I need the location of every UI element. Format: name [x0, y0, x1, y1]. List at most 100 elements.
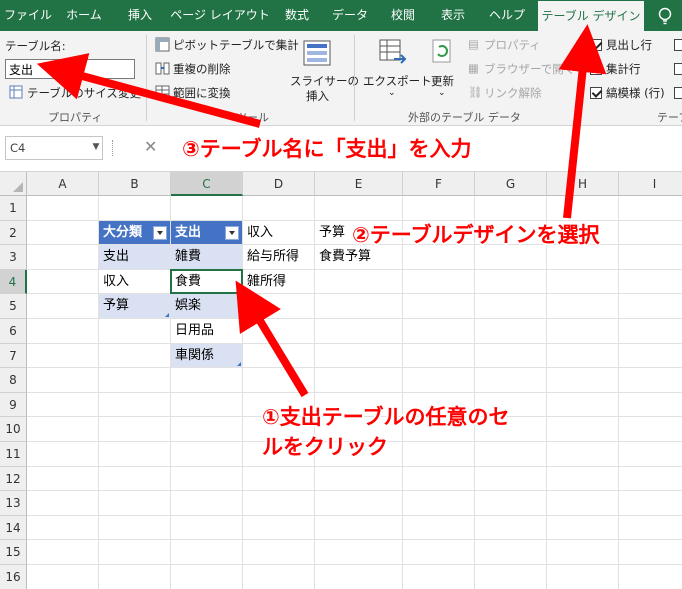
row-header-4[interactable]: 4: [0, 269, 27, 295]
row-header-8[interactable]: 8: [0, 368, 27, 393]
fill-handle[interactable]: [239, 290, 245, 297]
row-header-12[interactable]: 12: [0, 466, 27, 492]
column-header-d[interactable]: D: [243, 172, 315, 196]
resize-table-icon[interactable]: [9, 85, 23, 99]
column-header-h[interactable]: H: [547, 172, 619, 196]
cell-text: 収入: [103, 273, 130, 289]
tab-review[interactable]: 校閲: [378, 0, 428, 31]
pivot-table-button[interactable]: ピボットテーブルで集計: [173, 37, 299, 53]
group-divider: [354, 35, 355, 121]
row-header-6[interactable]: 6: [0, 319, 27, 344]
cell-c5[interactable]: 娯楽: [171, 294, 242, 318]
cell-text: 娯楽: [175, 298, 202, 314]
tab-view[interactable]: 表示: [428, 0, 478, 31]
row-header-9[interactable]: 9: [0, 392, 27, 418]
external-properties-button[interactable]: プロパティ: [484, 37, 541, 53]
open-in-browser-button[interactable]: ブラウザーで開く: [484, 61, 575, 77]
annotation-step2: ②テーブルデザインを選択: [352, 223, 600, 247]
row-header-16[interactable]: 16: [0, 565, 27, 589]
column-header-f[interactable]: F: [403, 172, 475, 196]
gridline: [27, 465, 682, 467]
cell-b4[interactable]: 収入: [99, 269, 170, 294]
name-box[interactable]: C4: [5, 136, 103, 160]
remove-duplicates-icon[interactable]: [155, 61, 170, 76]
tab-home[interactable]: ホーム: [56, 0, 112, 31]
cell-c3[interactable]: 雑費: [171, 245, 242, 269]
cell-text: 予算: [319, 224, 346, 240]
row-header-7[interactable]: 7: [0, 343, 27, 369]
column-header-b[interactable]: B: [99, 172, 171, 196]
cell-d3[interactable]: 給与所得: [243, 245, 314, 269]
total-row-checkbox[interactable]: [590, 63, 602, 75]
column-header-e[interactable]: E: [315, 172, 403, 196]
convert-to-range-button[interactable]: 範囲に変換: [173, 85, 231, 101]
cell-c2[interactable]: 支出: [171, 220, 242, 245]
insert-slicer-label-1[interactable]: スライサーの: [290, 73, 359, 89]
lightbulb-icon[interactable]: [656, 6, 674, 26]
insert-slicer-label-2[interactable]: 挿入: [306, 88, 329, 104]
table-name-input[interactable]: [5, 59, 135, 79]
cell-d4[interactable]: 雑所得: [243, 270, 314, 294]
row-header-10[interactable]: 10: [0, 417, 27, 442]
table-resize-handle[interactable]: [165, 313, 169, 317]
row-header-5[interactable]: 5: [0, 294, 27, 319]
cell-c7[interactable]: 車関係: [171, 343, 242, 368]
cell-b5[interactable]: 予算: [99, 294, 170, 318]
name-box-dropdown-icon[interactable]: ▼: [90, 136, 102, 160]
filter-dropdown-icon[interactable]: [225, 225, 239, 240]
ribbon: テーブル名: テーブルのサイズ変更 プロパティ ピボットテーブルで集計 重複の削…: [0, 31, 682, 126]
row-header-13[interactable]: 13: [0, 491, 27, 516]
refresh-chevron-icon[interactable]: ⌄: [438, 88, 446, 98]
group-divider: [146, 35, 147, 121]
browser-disabled-icon: ▦: [468, 61, 479, 75]
tab-formulas[interactable]: 数式: [272, 0, 322, 31]
column-header-g[interactable]: G: [475, 172, 547, 196]
refresh-icon[interactable]: [430, 37, 456, 67]
slicer-icon[interactable]: [302, 39, 332, 67]
row-header-15[interactable]: 15: [0, 540, 27, 565]
row-header-11[interactable]: 11: [0, 442, 27, 467]
table-resize-handle[interactable]: [237, 362, 241, 367]
pivot-table-icon[interactable]: [155, 37, 170, 52]
row-header-3[interactable]: 3: [0, 245, 27, 270]
gridline: [27, 367, 682, 369]
banded-rows-checkbox[interactable]: [590, 87, 602, 99]
cell-text: 予算: [103, 298, 130, 314]
style-options-group-label: テーブ: [657, 111, 682, 124]
filter-dropdown-icon[interactable]: [153, 225, 167, 240]
export-icon[interactable]: [378, 37, 408, 67]
tab-data[interactable]: データ: [322, 0, 378, 31]
row-header-14[interactable]: 14: [0, 515, 27, 541]
export-chevron-icon[interactable]: ⌄: [388, 88, 396, 98]
cell-d2[interactable]: 収入: [243, 221, 314, 245]
unlink-button[interactable]: リンク解除: [484, 85, 542, 101]
convert-to-range-icon[interactable]: [155, 85, 170, 100]
row-header-1[interactable]: 1: [0, 196, 27, 221]
column-header-a[interactable]: A: [27, 172, 99, 196]
export-button[interactable]: エクスポート: [363, 73, 432, 89]
header-row-checkbox[interactable]: [590, 39, 602, 51]
cancel-icon[interactable]: ✕: [144, 137, 157, 156]
banded-rows-label: 縞模様 (行): [606, 86, 665, 100]
tab-table-design[interactable]: テーブル デザイン: [538, 1, 644, 31]
cell-c6[interactable]: 日用品: [171, 319, 242, 343]
properties-group-label: プロパティ: [48, 111, 103, 124]
select-all-button[interactable]: [0, 172, 27, 196]
column-header-i[interactable]: I: [619, 172, 682, 196]
tab-page-layout[interactable]: ページ レイアウト: [168, 0, 272, 31]
banded-columns-checkbox[interactable]: [674, 87, 682, 99]
tab-help[interactable]: ヘルプ: [478, 0, 536, 31]
tab-file[interactable]: ファイル: [0, 0, 56, 31]
column-header-c[interactable]: C: [171, 172, 243, 196]
cell-b2[interactable]: 大分類: [99, 220, 170, 245]
cell-text: 車関係: [175, 347, 215, 363]
resize-table-button[interactable]: テーブルのサイズ変更: [27, 85, 141, 101]
last-column-checkbox[interactable]: [674, 63, 682, 75]
refresh-button[interactable]: 更新: [431, 73, 454, 89]
cell-b3[interactable]: 支出: [99, 245, 170, 269]
row-header-2[interactable]: 2: [0, 220, 27, 246]
cell-text: 雑所得: [247, 273, 287, 289]
first-column-checkbox[interactable]: [674, 39, 682, 51]
remove-duplicates-button[interactable]: 重複の削除: [173, 61, 231, 77]
tab-insert[interactable]: 挿入: [112, 0, 168, 31]
